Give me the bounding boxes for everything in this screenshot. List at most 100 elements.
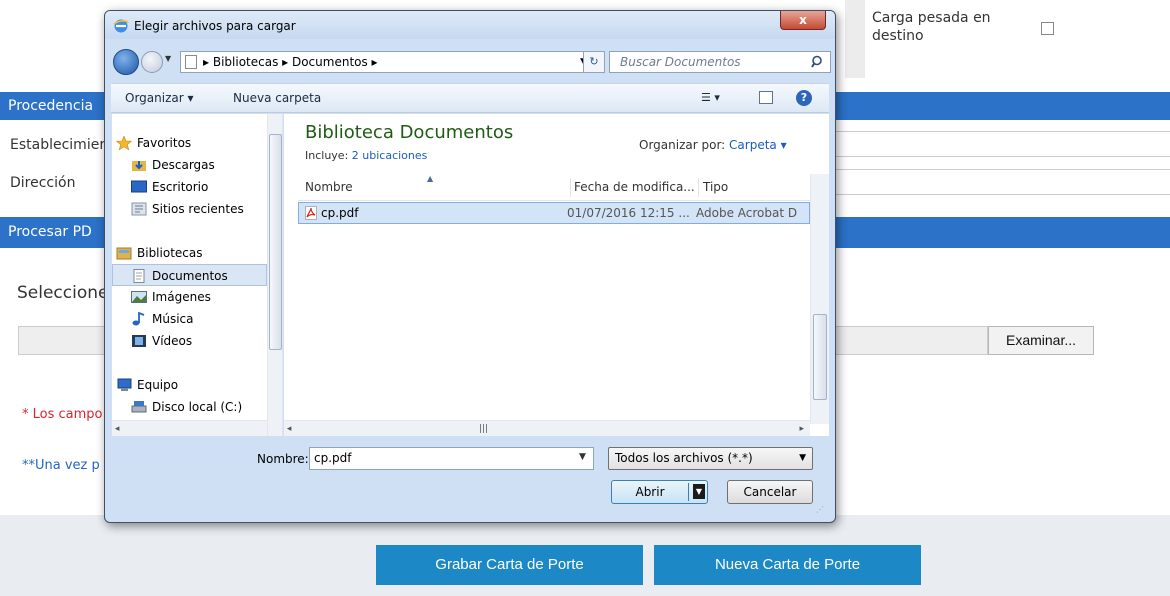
file-type-value: Todos los archivos (*.*) [615,451,753,465]
file-name: cp.pdf [321,206,359,220]
documents-icon [133,269,145,283]
forward-arrow-icon[interactable] [141,51,163,73]
filename-input[interactable]: cp.pdf [309,447,594,470]
navigation-pane: Favoritos Descargas Escritorio Sitios re… [112,114,283,436]
nav-label: Equipo [137,378,179,392]
recent-places-icon [131,202,147,216]
internet-explorer-icon [113,19,129,33]
nav-item-sitios-recientes[interactable]: Sitios recientes [112,198,267,220]
downloads-folder-icon [132,161,146,171]
nav-item-documentos[interactable]: Documentos [112,264,267,286]
resize-grip-icon[interactable]: ⋰ [816,505,826,515]
file-list-vertical-scrollbar[interactable] [810,174,829,424]
nav-item-disco-local[interactable]: Disco local (C:) [112,396,267,418]
file-row[interactable]: cp.pdf 01/07/2016 12:15 ... Adobe Acroba… [298,202,810,224]
pictures-icon [131,291,147,303]
nav-scroll-thumb[interactable] [269,134,282,350]
column-headers: Nombre ▲ Fecha de modifica... Tipo [298,174,810,201]
music-icon [132,312,145,326]
column-nombre[interactable]: Nombre [305,174,353,201]
scroll-right-icon[interactable]: ▸ [799,421,804,436]
nav-item-favoritos[interactable]: Favoritos [112,132,267,154]
nav-item-descargas[interactable]: Descargas [112,154,267,176]
procesar-title: Procesar PD [8,224,92,240]
nav-item-bibliotecas[interactable]: Bibliotecas [112,242,267,264]
nav-label: Vídeos [152,334,193,348]
establecimiento-input[interactable] [835,131,1170,157]
filename-label: Nombre: [257,452,309,466]
file-type: Adobe Acrobat D [696,206,798,220]
document-folder-icon [185,55,197,69]
nav-item-musica[interactable]: Música [112,308,267,330]
desktop-icon [131,180,147,193]
local-disk-icon [131,401,147,413]
open-split-button[interactable]: Abrir ▼ [611,480,708,504]
column-fecha[interactable]: Fecha de modifica... [574,174,695,201]
direccion-input[interactable] [835,169,1170,195]
file-type-dropdown-icon: ▼ [799,453,806,463]
nav-item-equipo[interactable]: Equipo [112,374,267,396]
scroll-grip-icon: ||| [479,424,489,434]
includes-locations-link[interactable]: 2 ubicaciones [352,149,428,162]
address-bar[interactable]: ▸ Bibliotecas ▸ Documentos ▸ ▼ [180,51,594,73]
top-gray-panel [845,0,865,78]
dialog-title: Elegir archivos para cargar [134,19,296,33]
dialog-titlebar[interactable]: Elegir archivos para cargar x [105,11,835,39]
nueva-carta-button[interactable]: Nueva Carta de Porte [654,545,921,585]
nav-label: Escritorio [152,180,209,194]
nav-vertical-scrollbar[interactable] [267,114,282,436]
column-divider [698,178,699,197]
file-list-horizontal-scrollbar[interactable]: ◂ ||| ▸ [284,420,810,436]
nav-label: Imágenes [152,290,211,304]
preview-pane-icon[interactable] [759,91,773,104]
file-date: 01/07/2016 12:15 ... [567,206,690,220]
arrange-by: Organizar por: Carpeta ▾ [639,138,787,152]
dialog-close-button[interactable]: x [780,11,826,30]
establecimiento-label: Establecimier [10,137,106,153]
nav-label: Descargas [152,158,215,172]
nav-label: Bibliotecas [137,246,203,260]
arrange-by-value[interactable]: Carpeta ▾ [729,138,787,152]
examinar-button[interactable]: Examinar... [988,326,1094,355]
nav-item-videos[interactable]: Vídeos [112,330,267,352]
organizar-menu-button[interactable]: Organizar ▾ [125,91,194,105]
sort-chevron-icon: ▲ [427,174,434,183]
change-view-icon[interactable]: ☰ ▾ [701,91,741,107]
back-arrow-icon[interactable] [113,49,139,75]
help-icon[interactable]: ? [796,90,812,106]
una-vez-note: **Una vez p [22,458,100,473]
column-tipo[interactable]: Tipo [703,174,728,201]
column-divider [570,178,571,197]
close-icon: x [799,13,807,27]
nav-label: Documentos [152,269,228,283]
carga-pesada-checkbox[interactable] [1041,22,1054,35]
grabar-carta-button[interactable]: Grabar Carta de Porte [376,545,643,585]
nav-label: Música [152,312,194,326]
search-input[interactable]: Buscar Documentos [609,51,831,73]
recent-pages-chevron-icon[interactable]: ▼ [165,54,171,63]
filename-dropdown-icon[interactable]: ▼ [579,452,586,462]
library-title: Biblioteca Documentos [305,122,514,143]
open-dropdown-icon[interactable]: ▼ [693,484,705,499]
direccion-label: Dirección [10,175,76,191]
open-button[interactable]: Abrir [612,481,688,503]
carga-pesada-label: Carga pesada en destino [872,10,991,44]
search-icon[interactable] [811,55,825,69]
library-includes: Incluye: 2 ubicaciones [305,149,427,162]
videos-icon [132,335,146,347]
seleccione-label: Seleccione [17,283,109,303]
nav-horizontal-scrollbar[interactable]: ◂ [112,420,267,436]
refresh-icon[interactable]: ↻ [583,51,605,73]
nav-label: Disco local (C:) [152,400,243,414]
file-list-scroll-thumb[interactable] [813,314,827,400]
address-row: ▼ ▸ Bibliotecas ▸ Documentos ▸ ▼ ↻ Busca… [105,39,835,77]
pdf-file-icon [305,206,317,220]
cancel-button[interactable]: Cancelar [727,480,813,504]
libraries-icon [116,247,132,260]
nav-label: Favoritos [137,136,192,150]
nav-item-escritorio[interactable]: Escritorio [112,176,267,198]
nav-item-imagenes[interactable]: Imágenes [112,286,267,308]
nav-label: Sitios recientes [152,202,244,216]
file-type-select[interactable]: Todos los archivos (*.*) ▼ [608,447,813,470]
nueva-carpeta-button[interactable]: Nueva carpeta [233,91,321,105]
